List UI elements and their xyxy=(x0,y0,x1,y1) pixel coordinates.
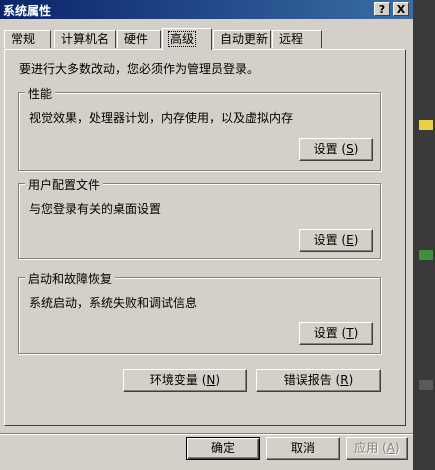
tab-advanced[interactable]: 高级 xyxy=(162,28,212,50)
apply-button[interactable]: 应用 (A) xyxy=(346,437,408,460)
startup-recovery-desc: 系统启动，系统失败和调试信息 xyxy=(29,296,198,310)
startup-recovery-settings-button[interactable]: 设置 (T) xyxy=(299,322,373,345)
tab-hardware[interactable]: 硬件 xyxy=(117,30,161,48)
user-profiles-settings-button[interactable]: 设置 (E) xyxy=(299,229,373,252)
performance-group: 性能 视觉效果，处理器计划，内存使用，以及虚拟内存 设置 (S) xyxy=(18,85,381,171)
user-profiles-desc: 与您登录有关的桌面设置 xyxy=(29,202,162,216)
performance-legend: 性能 xyxy=(25,85,56,102)
user-profiles-group: 用户配置文件 与您登录有关的桌面设置 设置 (E) xyxy=(18,176,381,259)
close-button[interactable]: X xyxy=(393,2,409,16)
window-title: 系统属性 xyxy=(3,4,52,18)
tab-remote[interactable]: 远程 xyxy=(272,30,322,48)
help-button[interactable]: ? xyxy=(374,2,390,16)
tab-automatic-updates[interactable]: 自动更新 xyxy=(213,30,271,48)
background-icon xyxy=(419,380,433,390)
ok-button[interactable]: 确定 xyxy=(186,437,260,460)
error-reporting-button[interactable]: 错误报告 (R) xyxy=(256,369,381,392)
tab-computer-name[interactable]: 计算机名 xyxy=(54,30,116,48)
user-profiles-legend: 用户配置文件 xyxy=(25,176,104,193)
tab-general[interactable]: 常规 xyxy=(4,30,51,48)
background-strip xyxy=(413,0,435,470)
background-icon xyxy=(419,120,433,130)
footer-separator xyxy=(0,433,413,435)
admin-notice: 要进行大多数改动，您必须作为管理员登录。 xyxy=(19,62,260,76)
performance-desc: 视觉效果，处理器计划，内存使用，以及虚拟内存 xyxy=(29,111,294,125)
performance-settings-button[interactable]: 设置 (S) xyxy=(299,138,373,161)
environment-variables-button[interactable]: 环境变量 (N) xyxy=(123,369,247,392)
title-bar: 系统属性 ? X xyxy=(0,0,413,19)
background-icon xyxy=(419,250,433,260)
startup-recovery-legend: 启动和故障恢复 xyxy=(25,270,116,287)
startup-recovery-group: 启动和故障恢复 系统启动，系统失败和调试信息 设置 (T) xyxy=(18,270,381,354)
cancel-button[interactable]: 取消 xyxy=(266,437,340,460)
